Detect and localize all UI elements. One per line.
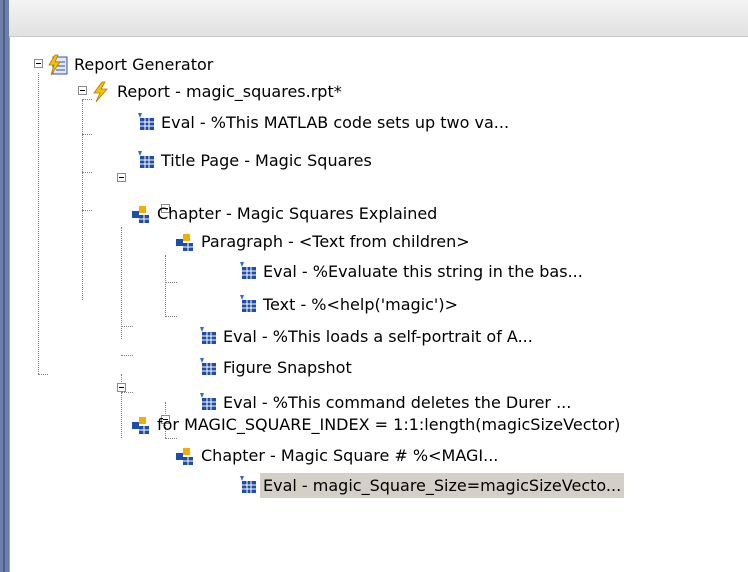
window-edge	[0, 0, 9, 572]
table-icon	[236, 475, 258, 497]
table-icon	[134, 150, 156, 172]
tree-node-eval-setup[interactable]: Eval - %This MATLAB code sets up two va.…	[134, 109, 512, 136]
tree-node-figure-snapshot[interactable]: Figure Snapshot	[196, 354, 355, 381]
tree-node-label: Eval - %Evaluate this string in the bas.…	[263, 262, 583, 281]
tree-node-label: Eval - %This MATLAB code sets up two va.…	[161, 113, 510, 132]
tree-node-for-loop[interactable]: for MAGIC_SQUARE_INDEX = 1:1:length(magi…	[130, 411, 623, 438]
table-icon	[196, 357, 218, 379]
tree-node-eval-string[interactable]: Eval - %Evaluate this string in the bas.…	[236, 258, 586, 285]
tree-node-label: Figure Snapshot	[223, 358, 352, 377]
tree-node-eval-size[interactable]: Eval - magic_Square_Size=magicSizeVecto.…	[236, 472, 625, 499]
tree-node-title-page[interactable]: Title Page - Magic Squares	[134, 147, 375, 174]
tree-node-label: Chapter - Magic Squares Explained	[157, 204, 438, 223]
tree-node-label: Eval - %This loads a self-portrait of A.…	[223, 327, 533, 346]
table-icon	[236, 294, 258, 316]
report-generator-icon	[47, 54, 69, 76]
table-icon	[134, 112, 156, 134]
panel-header	[9, 0, 748, 37]
component-group-icon	[174, 445, 196, 467]
table-icon	[236, 261, 258, 283]
component-group-icon	[130, 414, 152, 436]
tree-node-eval-portrait[interactable]: Eval - %This loads a self-portrait of A.…	[196, 323, 536, 350]
tree-node-report[interactable]: Report - magic_squares.rpt*	[90, 78, 345, 105]
component-group-icon	[130, 203, 152, 225]
expand-toggle-report[interactable]	[78, 86, 87, 95]
expand-toggle-root[interactable]	[34, 59, 43, 68]
tree-node-label: Text - %<help('magic')>	[263, 295, 458, 314]
tree-node-label: Report Generator	[74, 55, 214, 74]
component-group-icon	[174, 231, 196, 253]
lightning-icon	[90, 81, 112, 103]
expand-toggle-for-loop[interactable]	[117, 383, 126, 392]
tree-node-label: Chapter - Magic Square # %<MAGI...	[201, 446, 499, 465]
tree-node-paragraph[interactable]: Paragraph - <Text from children>	[174, 228, 473, 255]
tree-node-chapter-index[interactable]: Chapter - Magic Square # %<MAGI...	[174, 442, 501, 469]
tree-node-label: Title Page - Magic Squares	[161, 151, 372, 170]
tree-node-label: Report - magic_squares.rpt*	[117, 82, 342, 101]
tree-node-label: Paragraph - <Text from children>	[201, 232, 470, 251]
tree-node-report-generator[interactable]: Report Generator	[47, 51, 216, 78]
tree-node-chapter-explained[interactable]: Chapter - Magic Squares Explained	[130, 200, 440, 227]
table-icon	[196, 326, 218, 348]
expand-toggle-chapter-explained[interactable]	[117, 173, 126, 182]
tree-node-label: for MAGIC_SQUARE_INDEX = 1:1:length(magi…	[157, 415, 621, 434]
tree-node-text-help[interactable]: Text - %<help('magic')>	[236, 291, 461, 318]
tree-node-label: Eval - magic_Square_Size=magicSizeVecto.…	[260, 473, 625, 498]
report-outline-tree: Report Generator Report - magic_squares.…	[9, 37, 748, 572]
